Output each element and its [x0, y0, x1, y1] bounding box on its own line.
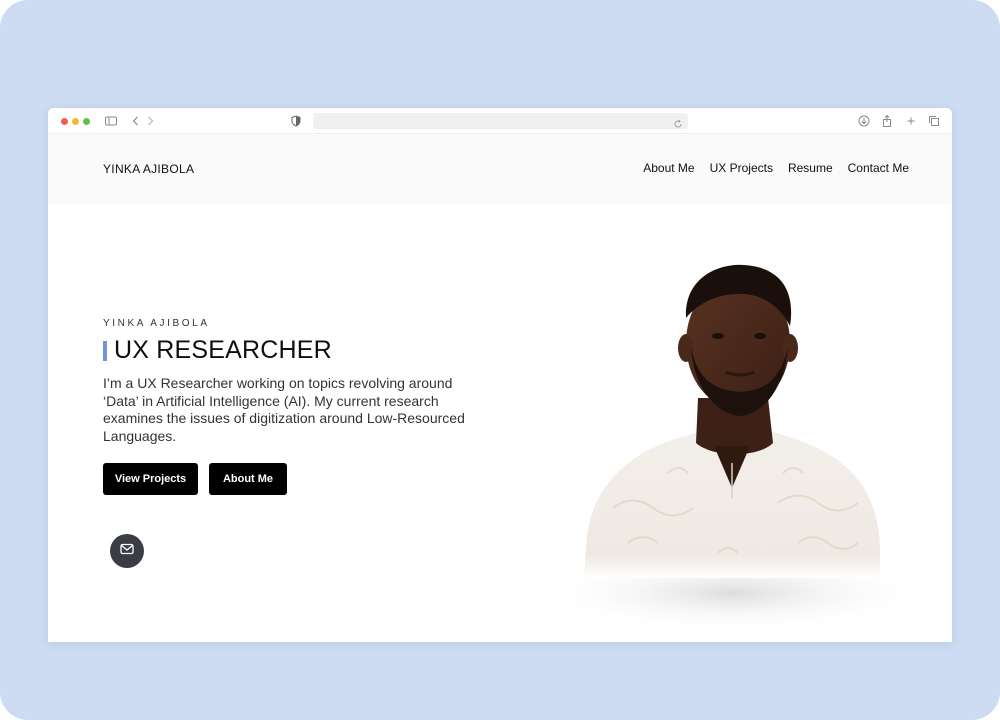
site-logo[interactable]: YINKA AJIBOLA	[103, 162, 194, 176]
zoom-window-button[interactable]	[83, 118, 90, 125]
accent-bar	[103, 340, 107, 361]
nav-contact-me[interactable]: Contact Me	[848, 161, 909, 175]
email-contact-button[interactable]	[110, 534, 144, 568]
minimize-window-button[interactable]	[72, 118, 79, 125]
nav-ux-projects[interactable]: UX Projects	[710, 161, 773, 175]
shield-icon	[289, 114, 303, 128]
hero-title-block: UX RESEARCHER	[103, 336, 332, 365]
share-icon[interactable]	[880, 114, 894, 128]
screenshot-background: YINKA AJIBOLA About Me UX Projects Resum…	[0, 0, 1000, 720]
site-header: YINKA AJIBOLA About Me UX Projects Resum…	[48, 134, 952, 204]
reload-icon[interactable]	[673, 116, 683, 128]
profile-photo	[518, 248, 938, 642]
view-projects-button[interactable]: View Projects	[103, 463, 198, 495]
back-icon[interactable]	[129, 114, 143, 128]
hero-description: I’m a UX Researcher working on topics re…	[103, 375, 465, 444]
tabs-icon[interactable]	[927, 114, 941, 128]
forward-icon[interactable]	[143, 114, 157, 128]
hero-eyebrow: YINKA AJIBOLA	[103, 318, 210, 329]
nav-resume[interactable]: Resume	[788, 161, 833, 175]
main-nav: About Me UX Projects Resume Contact Me	[643, 161, 909, 175]
browser-toolbar	[48, 108, 952, 134]
sidebar-icon[interactable]	[104, 114, 118, 128]
download-icon[interactable]	[857, 114, 871, 128]
browser-window: YINKA AJIBOLA About Me UX Projects Resum…	[48, 108, 952, 642]
about-me-button[interactable]: About Me	[209, 463, 287, 495]
close-window-button[interactable]	[61, 118, 68, 125]
mail-icon	[119, 541, 135, 562]
new-tab-icon[interactable]	[904, 114, 918, 128]
nav-about-me[interactable]: About Me	[643, 161, 694, 175]
address-bar[interactable]	[313, 113, 688, 129]
hero-title: UX RESEARCHER	[114, 336, 332, 364]
